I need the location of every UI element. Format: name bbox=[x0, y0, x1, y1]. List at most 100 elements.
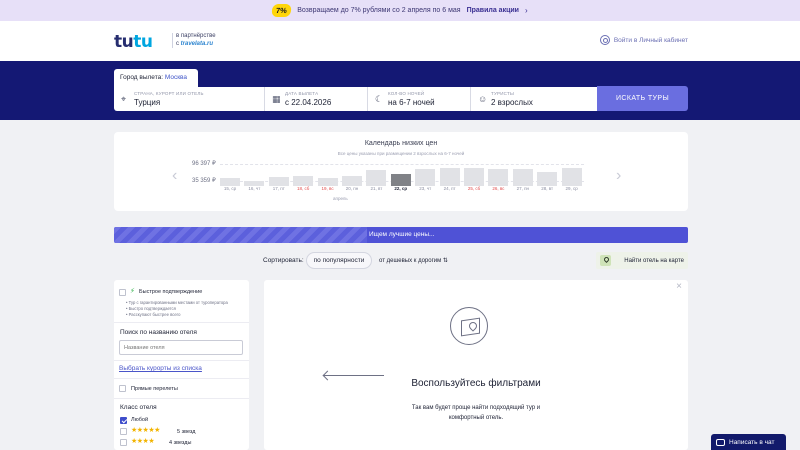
hotel-search-label: Поиск по названию отеля bbox=[120, 329, 197, 336]
map-icon bbox=[450, 307, 488, 345]
calendar-day-bar[interactable] bbox=[366, 170, 387, 186]
fast-confirm-checkbox[interactable] bbox=[119, 289, 126, 296]
results-empty-state: × Воспользуйтесь фильтрами Так вам будет… bbox=[264, 280, 688, 450]
calendar-day-label[interactable]: 20, пн bbox=[342, 186, 362, 191]
calendar-day-bar[interactable] bbox=[488, 169, 509, 186]
calendar-day-bar[interactable] bbox=[537, 172, 558, 186]
calendar-day-label[interactable]: 25, сб bbox=[464, 186, 484, 191]
calendar-day-bar[interactable] bbox=[512, 169, 533, 186]
logo-main: tu bbox=[114, 32, 134, 52]
nights-value: на 6-7 ночей bbox=[388, 98, 435, 107]
calendar-day-label[interactable]: 15, ср bbox=[220, 186, 240, 191]
choose-resorts-link[interactable]: Выбрать курорты из списка bbox=[119, 365, 202, 372]
hotel-class-any-checkbox[interactable] bbox=[120, 417, 127, 424]
find-on-map-button[interactable]: Найти отель на карте bbox=[596, 252, 688, 269]
calendar-bars bbox=[220, 165, 584, 186]
calendar-day-bar[interactable] bbox=[561, 168, 582, 186]
hotel-search-input[interactable] bbox=[119, 340, 243, 355]
calendar-day-label[interactable]: 28, вт bbox=[537, 186, 557, 191]
hotel-class-4-label: 4 звезды bbox=[169, 440, 192, 446]
search-progress-bar: Ищем лучшие цены... bbox=[114, 227, 688, 243]
calendar-day-label[interactable]: 16, чт bbox=[244, 186, 264, 191]
filter-divider bbox=[114, 398, 249, 399]
promo-text: Возвращаем до 7% рублями со 2 апреля по … bbox=[297, 7, 461, 14]
calendar-next-arrow[interactable]: › bbox=[616, 167, 621, 185]
hotel-class-any-label: Любой bbox=[131, 417, 149, 423]
logo-accent: tu bbox=[133, 32, 153, 52]
map-button-label: Найти отель на карте bbox=[624, 257, 684, 264]
sort-popularity-option[interactable]: по популярности bbox=[306, 252, 372, 269]
date-label: ДАТА ВЫЛЕТА bbox=[285, 91, 319, 96]
departure-city-selector[interactable]: Город вылета: Москва bbox=[114, 69, 198, 87]
calendar-day-label[interactable]: 18, сб bbox=[293, 186, 313, 191]
sort-price-option[interactable]: от дешевых к дорогим ⇅ bbox=[379, 257, 448, 264]
nights-label: КОЛ-ВО НОЧЕЙ bbox=[388, 91, 425, 96]
empty-state-text: Так вам будет проще найти подходящий тур… bbox=[411, 405, 541, 421]
five-stars-icon: ★★★★★ bbox=[131, 427, 160, 434]
login-label: Войти в Личный кабинет bbox=[613, 36, 688, 44]
direct-flights-checkbox[interactable] bbox=[119, 385, 126, 392]
calendar-day-bar[interactable] bbox=[317, 178, 338, 186]
calendar-day-label[interactable]: 23, чт bbox=[415, 186, 435, 191]
partner-line2: с bbox=[176, 40, 179, 47]
destination-field[interactable]: ⌖ СТРАНА, КУРОРТ ИЛИ ОТЕЛЬ Турция bbox=[114, 87, 264, 111]
sort-label: Сортировать: bbox=[263, 257, 304, 264]
arrow-left-icon bbox=[324, 375, 384, 376]
date-value: с 22.04.2026 bbox=[285, 98, 332, 107]
sort-price-label: от дешевых к дорогим bbox=[379, 258, 442, 264]
hotel-class-5-label: 5 звезд bbox=[177, 429, 196, 435]
calendar-prev-arrow[interactable]: ‹ bbox=[172, 167, 177, 185]
four-stars-icon: ★★★★ bbox=[131, 438, 155, 445]
hotel-class-5-checkbox[interactable] bbox=[120, 428, 127, 435]
promo-rules-link[interactable]: Правила акции bbox=[467, 7, 519, 14]
fast-confirm-label: Быстрое подтверждение bbox=[139, 289, 203, 295]
departure-city-value: Москва bbox=[164, 74, 188, 81]
low-price-calendar: Календарь низких цен Все цены указаны пр… bbox=[114, 132, 688, 211]
nights-field[interactable]: ☾ КОЛ-ВО НОЧЕЙ на 6-7 ночей bbox=[368, 87, 470, 111]
moon-icon: ☾ bbox=[375, 94, 384, 104]
search-tours-button[interactable]: ИСКАТЬ ТУРЫ bbox=[597, 86, 688, 111]
filters-panel: ⚡ Быстрое подтверждение • Тур с гарантир… bbox=[114, 280, 249, 450]
tourists-label: ТУРИСТЫ bbox=[491, 91, 515, 96]
tourists-value: 2 взрослых bbox=[491, 98, 533, 107]
user-icon bbox=[599, 35, 610, 45]
calendar-day-label[interactable]: 29, ср bbox=[562, 186, 582, 191]
direct-flights-label: Прямые перелеты bbox=[131, 386, 178, 392]
fast-confirm-bullet: • Тур с гарантированными местами от туро… bbox=[126, 300, 228, 305]
calendar-day-bar[interactable] bbox=[390, 174, 411, 186]
calendar-day-bar[interactable] bbox=[464, 168, 484, 186]
fast-confirm-bullet: • Быстро подтверждается bbox=[126, 306, 176, 311]
destination-value: Турция bbox=[134, 98, 161, 107]
progress-fill bbox=[114, 227, 367, 243]
departure-date-field[interactable]: ▦ ДАТА ВЫЛЕТА с 22.04.2026 bbox=[265, 87, 367, 111]
filter-divider bbox=[114, 378, 249, 379]
calendar-day-bar[interactable] bbox=[220, 178, 240, 186]
calendar-day-bar[interactable] bbox=[293, 176, 314, 186]
hotel-class-4-checkbox[interactable] bbox=[120, 439, 127, 446]
empty-state-title: Воспользуйтесь фильтрами bbox=[411, 378, 541, 389]
promo-badge: 7% bbox=[271, 4, 292, 17]
calendar-day-bar[interactable] bbox=[342, 176, 362, 186]
tutu-logo[interactable]: tutu bbox=[114, 32, 153, 52]
calendar-day-label[interactable]: 24, пт bbox=[440, 186, 460, 191]
calendar-day-label[interactable]: 17, пт bbox=[269, 186, 289, 191]
calendar-day-label[interactable]: 26, вс bbox=[488, 186, 508, 191]
calendar-day-bar[interactable] bbox=[415, 169, 436, 186]
calendar-day-label[interactable]: 22, ср bbox=[391, 186, 411, 191]
chat-button[interactable]: Написать в чат bbox=[711, 434, 786, 450]
login-link[interactable]: Войти в Личный кабинет bbox=[599, 35, 688, 45]
calendar-day-label[interactable]: 21, вт bbox=[366, 186, 386, 191]
site-header: tutu в партнёрстве с travelata.ru Войти … bbox=[0, 21, 800, 61]
fast-confirm-bullet: • Расскупают быстрее всего bbox=[126, 312, 181, 317]
calendar-day-bar[interactable] bbox=[268, 177, 289, 186]
tourists-field[interactable]: ☺ ТУРИСТЫ 2 взрослых bbox=[471, 87, 597, 111]
travelata-logo: travelata.ru bbox=[180, 40, 214, 47]
calendar-day-bar[interactable] bbox=[439, 168, 460, 186]
close-icon[interactable]: × bbox=[676, 281, 682, 292]
chat-label: Написать в чат bbox=[729, 438, 775, 446]
calendar-day-label[interactable]: 19, вс bbox=[318, 186, 338, 191]
calendar-max-price: 96 397 ₽ bbox=[192, 161, 216, 167]
calendar-day-label[interactable]: 27, пн bbox=[513, 186, 533, 191]
destination-label: СТРАНА, КУРОРТ ИЛИ ОТЕЛЬ bbox=[134, 91, 204, 96]
calendar-min-price: 35 359 ₽ bbox=[192, 178, 216, 184]
